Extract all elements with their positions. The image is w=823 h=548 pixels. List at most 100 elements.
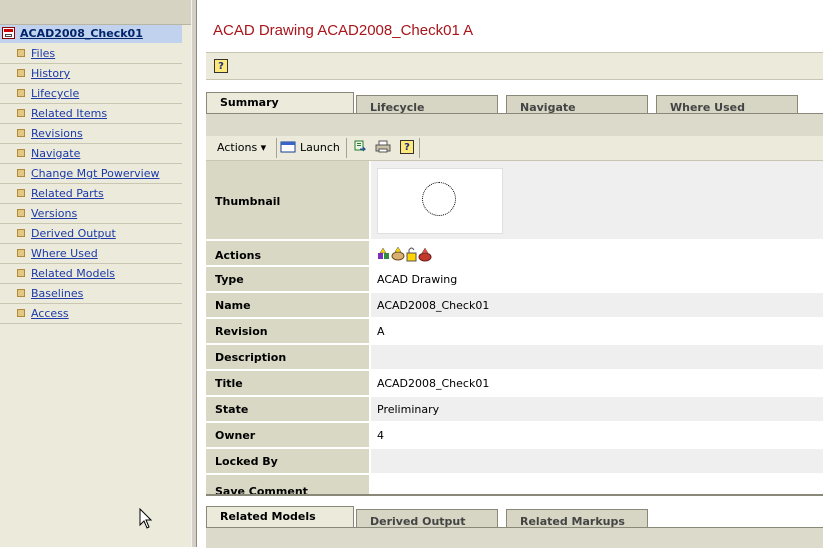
nav-item-label[interactable]: Access	[31, 307, 69, 320]
nav-item-access[interactable]: Access	[0, 304, 182, 324]
property-value-cell: ACAD Drawing	[371, 267, 823, 291]
nav-item-label[interactable]: Derived Output	[31, 227, 116, 240]
nav-item-change-mgt-powerview[interactable]: Change Mgt Powerview	[0, 164, 182, 184]
property-label: Thumbnail	[215, 195, 281, 208]
property-label-cell: Type	[206, 267, 371, 291]
bullet-icon	[17, 129, 25, 137]
property-label-cell: Name	[206, 293, 371, 317]
checkin-icon	[418, 247, 432, 262]
nav-item-label[interactable]: Revisions	[31, 127, 83, 140]
thumbnail-circle	[422, 182, 456, 216]
property-row-revision: Revision A	[206, 319, 823, 345]
pane-header	[0, 0, 191, 25]
property-label: Type	[215, 273, 244, 286]
tree-root[interactable]: ACAD2008_Check01	[0, 25, 182, 43]
checkout-icon	[391, 246, 405, 261]
tab-label: Summary	[220, 96, 279, 109]
nav-item-label[interactable]: Navigate	[31, 147, 80, 160]
bullet-icon	[17, 289, 25, 297]
tab-where-used[interactable]: Where Used	[656, 95, 798, 115]
nav-item-baselines[interactable]: Baselines	[0, 284, 182, 304]
bullet-icon	[17, 189, 25, 197]
property-row-title: Title ACAD2008_Check01	[206, 371, 823, 397]
tab-related-markups[interactable]: Related Markups	[506, 509, 648, 529]
property-value: ACAD Drawing	[377, 273, 458, 286]
actions-toolbar: Actions ▾ Launch ?	[206, 136, 823, 161]
bullet-icon	[17, 109, 25, 117]
property-value: ACAD2008_Check01	[377, 299, 490, 312]
property-row-locked-by: Locked By	[206, 449, 823, 475]
nav-item-label[interactable]: History	[31, 67, 70, 80]
nav-item-label[interactable]: Related Items	[31, 107, 107, 120]
page-title: ACAD Drawing ACAD2008_Check01 A	[213, 22, 474, 39]
tab-summary[interactable]: Summary	[206, 92, 354, 114]
toolbar-separator	[276, 138, 277, 158]
property-label: Revision	[215, 325, 268, 338]
tab-strip	[206, 113, 823, 136]
nav-item-history[interactable]: History	[0, 64, 182, 84]
bullet-icon	[17, 229, 25, 237]
nav-item-files[interactable]: Files	[0, 44, 182, 64]
nav-item-label[interactable]: Files	[31, 47, 55, 60]
property-label: Save Comment	[215, 485, 308, 494]
property-value-cell	[371, 345, 823, 369]
tab-derived-output[interactable]: Derived Output	[356, 509, 498, 529]
nav-item-related-parts[interactable]: Related Parts	[0, 184, 182, 204]
properties-table: Thumbnail Actions Type ACAD Drawing Name	[206, 161, 823, 494]
bullet-icon	[17, 69, 25, 77]
nav-item-label[interactable]: Baselines	[31, 287, 83, 300]
property-value-cell	[371, 241, 823, 265]
property-label-cell: Title	[206, 371, 371, 395]
nav-item-related-models[interactable]: Related Models	[0, 264, 182, 284]
property-label-cell: Revision	[206, 319, 371, 343]
property-label-cell: Owner	[206, 423, 371, 447]
nav-item-revisions[interactable]: Revisions	[0, 124, 182, 144]
property-value-cell: ACAD2008_Check01	[371, 371, 823, 395]
nav-item-label[interactable]: Related Parts	[31, 187, 104, 200]
bullet-icon	[17, 89, 25, 97]
bullet-icon	[17, 249, 25, 257]
tab-related-models[interactable]: Related Models	[206, 506, 354, 528]
tab-lifecycle[interactable]: Lifecycle	[356, 95, 498, 115]
nav-item-versions[interactable]: Versions	[0, 204, 182, 224]
mouse-cursor-icon	[139, 508, 153, 529]
export-icon[interactable]	[354, 140, 367, 153]
nav-item-label[interactable]: Where Used	[31, 247, 98, 260]
launch-button[interactable]: Launch	[300, 141, 340, 154]
pane-splitter[interactable]	[191, 0, 197, 547]
bullet-icon	[17, 149, 25, 157]
property-row-name: Name ACAD2008_Check01	[206, 293, 823, 319]
nav-item-navigate[interactable]: Navigate	[0, 144, 182, 164]
bullet-icon	[17, 309, 25, 317]
nav-item-related-items[interactable]: Related Items	[0, 104, 182, 124]
nav-item-label[interactable]: Lifecycle	[31, 87, 79, 100]
print-icon[interactable]	[375, 140, 391, 153]
top-toolbar: ?	[206, 52, 823, 80]
property-value: 4	[377, 429, 384, 442]
nav-item-derived-output[interactable]: Derived Output	[0, 224, 182, 244]
property-label: Locked By	[215, 455, 278, 468]
nav-item-label[interactable]: Versions	[31, 207, 77, 220]
property-row-save-comment: Save Comment	[206, 475, 823, 494]
bullet-icon	[17, 269, 25, 277]
launch-icon[interactable]	[280, 140, 296, 153]
tree-root-label[interactable]: ACAD2008_Check01	[20, 27, 143, 40]
lifecycle-actions-icons[interactable]	[377, 246, 441, 262]
lock-icon	[406, 247, 417, 262]
nav-item-label[interactable]: Related Models	[31, 267, 115, 280]
tab-navigate[interactable]: Navigate	[506, 95, 648, 115]
help-icon[interactable]: ?	[214, 59, 228, 73]
property-value-cell: 4	[371, 423, 823, 447]
nav-item-where-used[interactable]: Where Used	[0, 244, 182, 264]
property-label: Actions	[215, 249, 261, 262]
thumbnail-image[interactable]	[377, 168, 503, 234]
property-value-cell	[371, 161, 823, 239]
nav-item-label[interactable]: Change Mgt Powerview	[31, 167, 159, 180]
property-value-cell: ACAD2008_Check01	[371, 293, 823, 317]
bullet-icon	[17, 209, 25, 217]
property-row-type: Type ACAD Drawing	[206, 267, 823, 293]
help-icon[interactable]: ?	[400, 140, 414, 154]
nav-item-lifecycle[interactable]: Lifecycle	[0, 84, 182, 104]
drawing-icon	[2, 27, 15, 39]
actions-menu-button[interactable]: Actions ▾	[217, 141, 266, 154]
